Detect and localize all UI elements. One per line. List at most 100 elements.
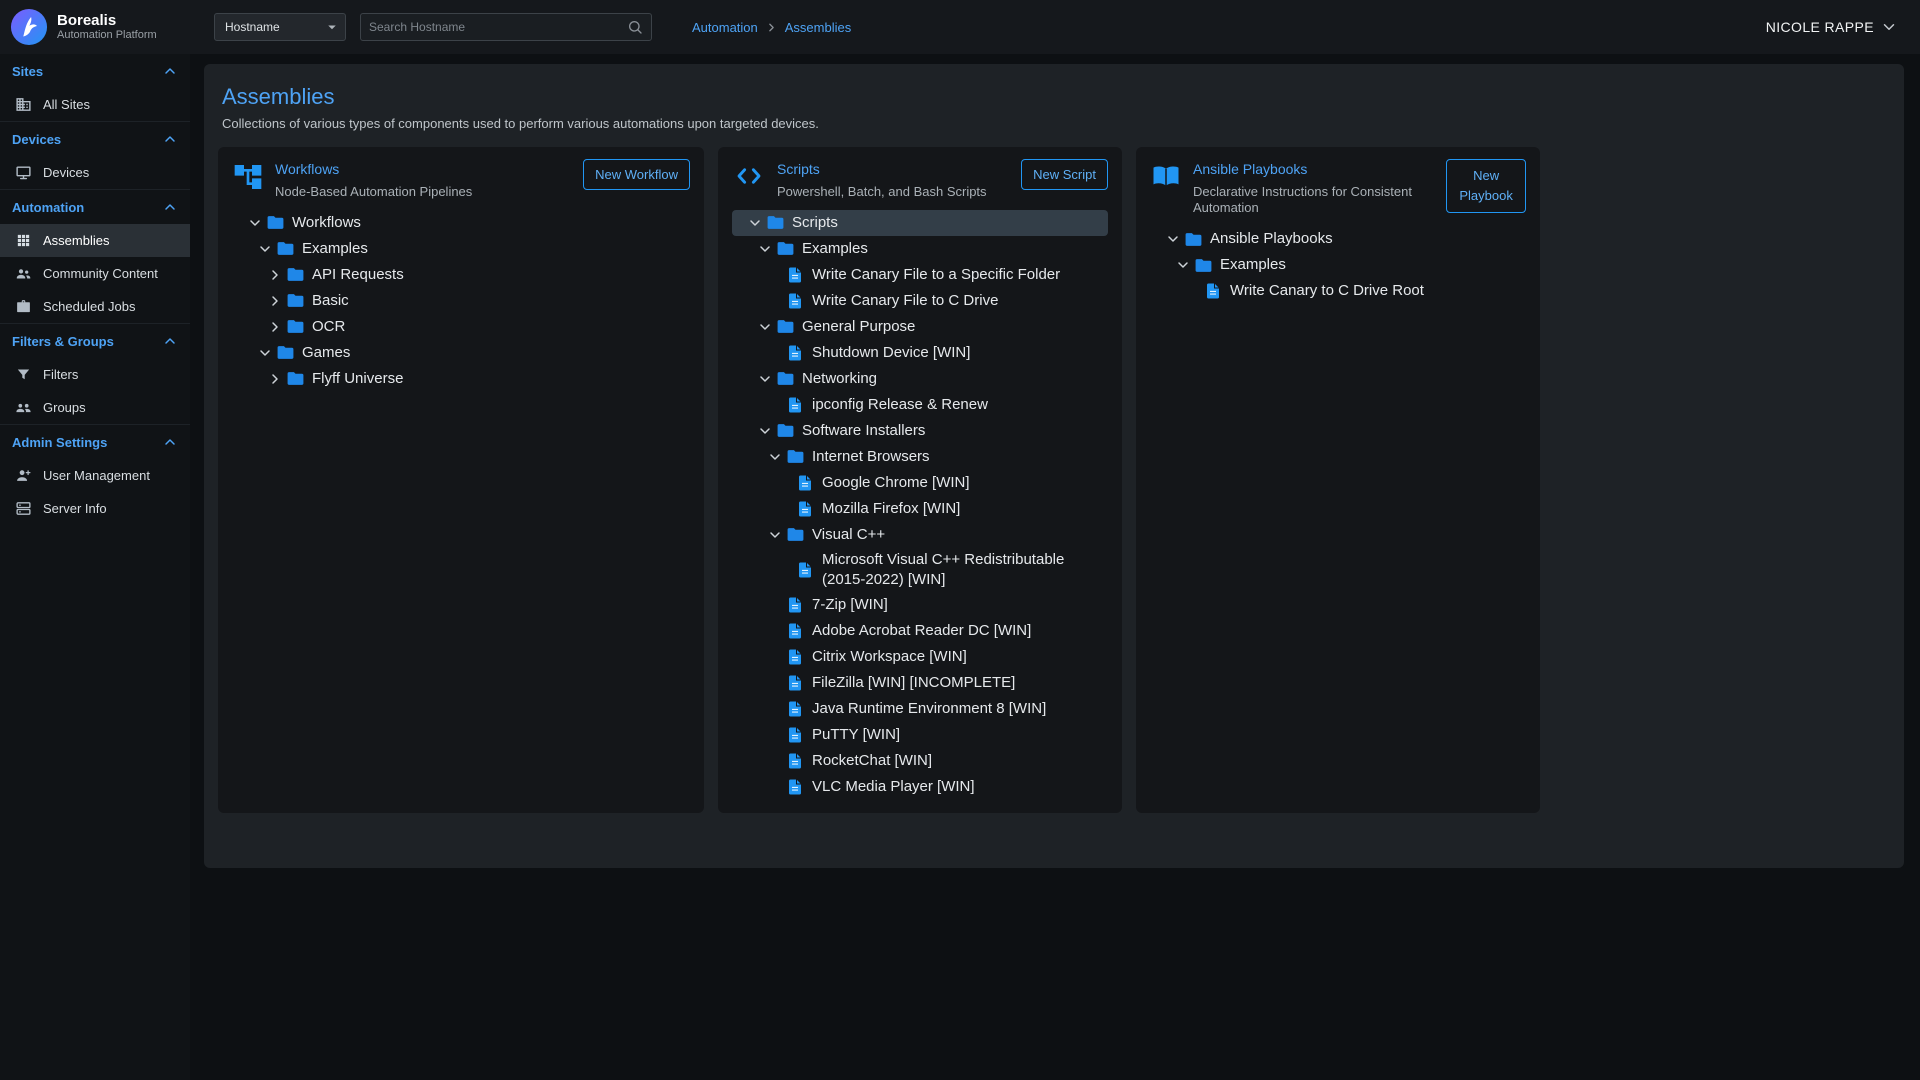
sidebar-item-scheduled-jobs[interactable]: Scheduled Jobs — [0, 290, 190, 323]
tree-file[interactable]: Adobe Acrobat Reader DC [WIN] — [732, 618, 1108, 644]
chevron-down-icon[interactable] — [1172, 257, 1193, 273]
tree-file[interactable]: PuTTY [WIN] — [732, 722, 1108, 748]
tree-folder[interactable]: Examples — [732, 236, 1108, 262]
sidebar-section-header-devices[interactable]: Devices — [0, 122, 190, 156]
tree-folder[interactable]: Networking — [732, 366, 1108, 392]
tree-item-label: Examples — [302, 237, 368, 261]
tree-folder[interactable]: Flyff Universe — [232, 366, 690, 392]
folder-icon — [765, 213, 785, 232]
chevron-down-icon — [1880, 18, 1898, 36]
tree-file[interactable]: Write Canary to C Drive Root — [1150, 278, 1526, 304]
file-icon — [785, 778, 805, 796]
jobs-icon — [15, 298, 32, 315]
sidebar-nav: SitesAll SitesDevicesDevicesAutomationAs… — [0, 54, 190, 1080]
file-icon — [785, 396, 805, 414]
tree-file[interactable]: Java Runtime Environment 8 [WIN] — [732, 696, 1108, 722]
chevron-right-icon[interactable] — [264, 371, 285, 387]
cards-row: WorkflowsNode-Based Automation Pipelines… — [218, 147, 1890, 813]
chevron-down-icon[interactable] — [254, 241, 275, 257]
tree-folder[interactable]: Ansible Playbooks — [1150, 226, 1526, 252]
new-workflow-button[interactable]: New Workflow — [583, 159, 690, 190]
sidebar-item-groups[interactable]: Groups — [0, 391, 190, 424]
chevron-down-icon[interactable] — [244, 215, 265, 231]
chevron-up-icon — [162, 199, 178, 215]
tree-file[interactable]: FileZilla [WIN] [INCOMPLETE] — [732, 670, 1108, 696]
assemblies-icon — [15, 232, 32, 249]
tree-item-label: 7-Zip [WIN] — [812, 593, 888, 617]
tree-folder[interactable]: Software Installers — [732, 418, 1108, 444]
section-label: Filters & Groups — [12, 334, 114, 349]
sidebar-item-all-sites[interactable]: All Sites — [0, 88, 190, 121]
chevron-right-icon[interactable] — [264, 267, 285, 283]
tree-file[interactable]: ipconfig Release & Renew — [732, 392, 1108, 418]
breadcrumb-automation[interactable]: Automation — [692, 20, 758, 35]
new-playbook-button[interactable]: New Playbook — [1446, 159, 1526, 213]
code-icon — [732, 161, 766, 191]
card-header: WorkflowsNode-Based Automation Pipelines… — [232, 159, 690, 200]
sidebar-item-user-management[interactable]: User Management — [0, 459, 190, 492]
chevron-down-icon[interactable] — [754, 241, 775, 257]
sidebar-item-devices[interactable]: Devices — [0, 156, 190, 189]
tree-file[interactable]: RocketChat [WIN] — [732, 748, 1108, 774]
tree-folder[interactable]: Basic — [232, 288, 690, 314]
tree-folder[interactable]: API Requests — [232, 262, 690, 288]
hostname-select[interactable]: Hostname — [214, 13, 346, 41]
tree-file[interactable]: Mozilla Firefox [WIN] — [732, 496, 1108, 522]
chevron-right-icon[interactable] — [264, 319, 285, 335]
tree-item-label: Scripts — [792, 211, 838, 235]
file-icon — [1203, 282, 1223, 300]
chevron-down-icon[interactable] — [254, 345, 275, 361]
search-input[interactable] — [369, 20, 627, 34]
tree-file[interactable]: Citrix Workspace [WIN] — [732, 644, 1108, 670]
chevron-down-icon[interactable] — [754, 371, 775, 387]
tree-item-label: Examples — [802, 237, 868, 261]
tree-folder[interactable]: OCR — [232, 314, 690, 340]
folder-icon — [785, 447, 805, 466]
user-menu[interactable]: NICOLE RAPPE — [1766, 18, 1920, 36]
sidebar-section-header-filters-groups[interactable]: Filters & Groups — [0, 324, 190, 358]
tree-folder[interactable]: Internet Browsers — [732, 444, 1108, 470]
file-icon — [795, 500, 815, 518]
sidebar-item-server-info[interactable]: Server Info — [0, 492, 190, 525]
chevron-down-icon[interactable] — [754, 319, 775, 335]
tree-file[interactable]: Microsoft Visual C++ Redistributable (20… — [732, 548, 1108, 592]
new-script-button[interactable]: New Script — [1021, 159, 1108, 190]
breadcrumb-assemblies[interactable]: Assemblies — [785, 20, 851, 35]
tree-folder[interactable]: Games — [232, 340, 690, 366]
tree-file[interactable]: Google Chrome [WIN] — [732, 470, 1108, 496]
sidebar-item-label: Groups — [43, 400, 86, 415]
chevron-down-icon[interactable] — [744, 215, 765, 231]
tree-file[interactable]: VLC Media Player [WIN] — [732, 774, 1108, 800]
sidebar-section-header-automation[interactable]: Automation — [0, 190, 190, 224]
tree-item-label: API Requests — [312, 263, 404, 287]
tree-folder[interactable]: Visual C++ — [732, 522, 1108, 548]
tree-folder[interactable]: General Purpose — [732, 314, 1108, 340]
sidebar-section-header-admin-settings[interactable]: Admin Settings — [0, 425, 190, 459]
folder-icon — [775, 369, 795, 388]
tree-item-label: Internet Browsers — [812, 445, 930, 469]
chevron-down-icon[interactable] — [764, 449, 785, 465]
tree-file[interactable]: Write Canary File to C Drive — [732, 288, 1108, 314]
tree-folder[interactable]: Workflows — [232, 210, 690, 236]
chevron-down-icon[interactable] — [754, 423, 775, 439]
chevron-down-icon[interactable] — [1162, 231, 1183, 247]
sidebar-item-community-content[interactable]: Community Content — [0, 257, 190, 290]
brand-name: Borealis — [57, 12, 157, 29]
sidebar-section-admin-settings: Admin SettingsUser ManagementServer Info — [0, 424, 190, 525]
tree-file[interactable]: 7-Zip [WIN] — [732, 592, 1108, 618]
tree-file[interactable]: Shutdown Device [WIN] — [732, 340, 1108, 366]
tree-item-label: Visual C++ — [812, 523, 885, 547]
tree-folder[interactable]: Examples — [1150, 252, 1526, 278]
sidebar-section-header-sites[interactable]: Sites — [0, 54, 190, 88]
sidebar-item-filters[interactable]: Filters — [0, 358, 190, 391]
sidebar-item-assemblies[interactable]: Assemblies — [0, 224, 190, 257]
sidebar-section-automation: AutomationAssembliesCommunity ContentSch… — [0, 189, 190, 323]
top-header: Borealis Automation Platform Hostname Au… — [0, 0, 1920, 54]
chevron-right-icon[interactable] — [264, 293, 285, 309]
chevron-down-icon[interactable] — [764, 527, 785, 543]
tree-item-label: RocketChat [WIN] — [812, 749, 932, 773]
tree-item-label: Ansible Playbooks — [1210, 227, 1333, 251]
tree-file[interactable]: Write Canary File to a Specific Folder — [732, 262, 1108, 288]
tree-folder[interactable]: Examples — [232, 236, 690, 262]
tree-folder[interactable]: Scripts — [732, 210, 1108, 236]
